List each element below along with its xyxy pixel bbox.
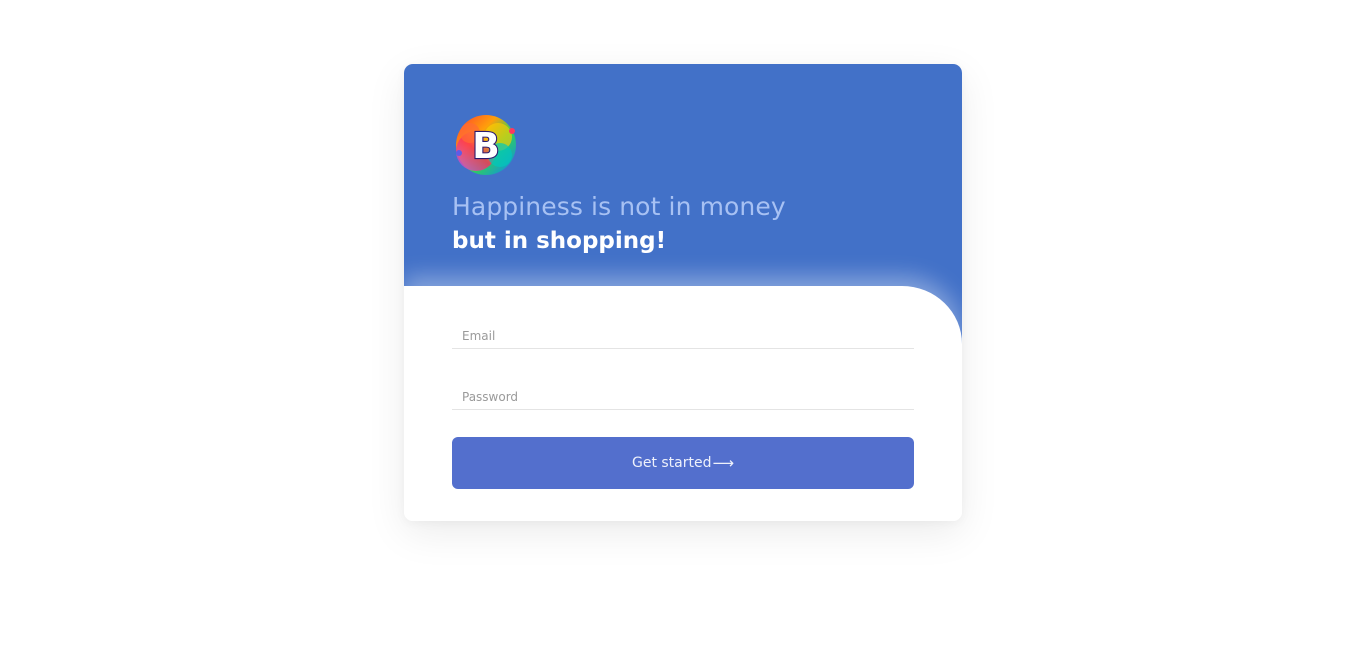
login-form: Get started⟶ xyxy=(404,286,962,521)
tagline-line-1: Happiness is not in money xyxy=(452,192,786,221)
get-started-label: Get started xyxy=(631,455,712,471)
brand-logo: B xyxy=(456,115,516,175)
login-card: B Happiness is not in money but in shopp… xyxy=(404,64,962,521)
tagline-line-2: but in shopping! xyxy=(452,228,667,254)
password-field-wrapper xyxy=(452,379,914,410)
email-field[interactable] xyxy=(452,318,914,348)
email-field-wrapper xyxy=(452,318,914,349)
password-field[interactable] xyxy=(452,379,914,409)
get-started-button[interactable]: Get started ⟶ xyxy=(452,437,914,489)
arrow-right-icon: ⟶ xyxy=(712,454,735,472)
svg-text:B: B xyxy=(472,126,499,167)
